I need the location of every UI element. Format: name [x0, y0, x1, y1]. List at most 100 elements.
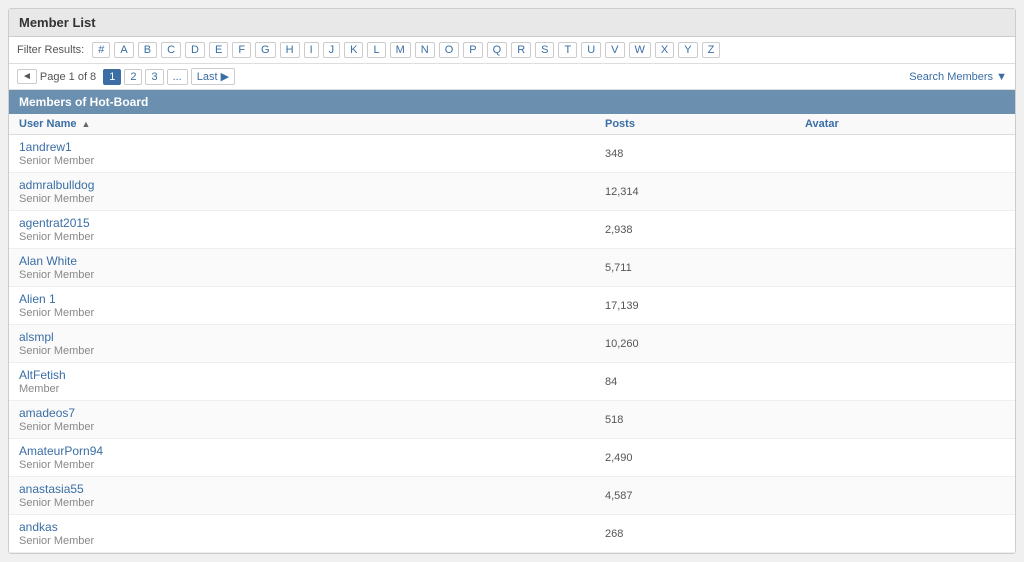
filter-letter-c[interactable]: C — [161, 42, 181, 58]
member-role: Member — [19, 383, 605, 395]
member-info: andkas Senior Member — [19, 520, 605, 547]
page-info: Page 1 of 8 — [40, 71, 96, 83]
member-info: admralbulldog Senior Member — [19, 178, 605, 205]
member-name-link[interactable]: AltFetish — [19, 368, 605, 382]
filter-letter-u[interactable]: U — [581, 42, 601, 58]
filter-letter-h[interactable]: H — [280, 42, 300, 58]
table-row: Alien 1 Senior Member 17,139 — [9, 287, 1015, 325]
pagination-left: ◄ Page 1 of 8 1 2 3 ... Last ▶ — [17, 68, 235, 85]
member-role: Senior Member — [19, 269, 605, 281]
member-role: Senior Member — [19, 155, 605, 167]
filter-letter-e[interactable]: E — [209, 42, 228, 58]
filter-letter-i[interactable]: I — [304, 42, 319, 58]
member-posts: 348 — [605, 148, 805, 160]
member-name-link[interactable]: agentrat2015 — [19, 216, 605, 230]
filter-letter-x[interactable]: X — [655, 42, 674, 58]
member-name-link[interactable]: 1andrew1 — [19, 140, 605, 154]
member-posts: 2,490 — [605, 452, 805, 464]
filter-letter-k[interactable]: K — [344, 42, 363, 58]
column-header-avatar[interactable]: Avatar — [805, 118, 1005, 130]
table-row: alsmpl Senior Member 10,260 — [9, 325, 1015, 363]
filter-letter-g[interactable]: G — [255, 42, 276, 58]
filter-letter-z[interactable]: Z — [702, 42, 721, 58]
filter-letter-n[interactable]: N — [415, 42, 435, 58]
member-name-link[interactable]: anastasia55 — [19, 482, 605, 496]
table-row: anastasia55 Senior Member 4,587 — [9, 477, 1015, 515]
filter-letter-hash[interactable]: # — [92, 42, 110, 58]
page-title: Member List — [9, 9, 1015, 37]
table-row: AmateurPorn94 Senior Member 2,490 — [9, 439, 1015, 477]
member-name-link[interactable]: Alien 1 — [19, 292, 605, 306]
member-posts: 12,314 — [605, 186, 805, 198]
filter-bar: Filter Results: # A B C D E F G H I J K … — [9, 37, 1015, 64]
member-role: Senior Member — [19, 307, 605, 319]
member-info: Alan White Senior Member — [19, 254, 605, 281]
member-info: anastasia55 Senior Member — [19, 482, 605, 509]
member-info: agentrat2015 Senior Member — [19, 216, 605, 243]
filter-letter-r[interactable]: R — [511, 42, 531, 58]
page-ellipsis: ... — [167, 69, 188, 85]
filter-letter-j[interactable]: J — [323, 42, 341, 58]
table-row: admralbulldog Senior Member 12,314 — [9, 173, 1015, 211]
sort-arrow-icon: ▲ — [82, 119, 91, 129]
member-role: Senior Member — [19, 345, 605, 357]
member-info: amadeos7 Senior Member — [19, 406, 605, 433]
search-members-dropdown[interactable]: Search Members ▼ — [909, 71, 1007, 83]
member-list-container: Member List Filter Results: # A B C D E … — [8, 8, 1016, 554]
table-row: amadeos7 Senior Member 518 — [9, 401, 1015, 439]
column-header-username[interactable]: User Name ▲ — [19, 118, 605, 130]
filter-letter-m[interactable]: M — [390, 42, 411, 58]
filter-letter-a[interactable]: A — [114, 42, 133, 58]
page-2-button[interactable]: 2 — [124, 69, 142, 85]
table-row: Alan White Senior Member 5,711 — [9, 249, 1015, 287]
member-posts: 4,587 — [605, 490, 805, 502]
filter-letter-b[interactable]: B — [138, 42, 157, 58]
filter-letter-y[interactable]: Y — [678, 42, 697, 58]
member-name-link[interactable]: amadeos7 — [19, 406, 605, 420]
filter-letter-o[interactable]: O — [439, 42, 460, 58]
table-header: User Name ▲ Posts Avatar — [9, 114, 1015, 135]
member-info: AltFetish Member — [19, 368, 605, 395]
table-row: 1andrew1 Senior Member 348 — [9, 135, 1015, 173]
pagination-bar: ◄ Page 1 of 8 1 2 3 ... Last ▶ Search Me… — [9, 64, 1015, 90]
member-role: Senior Member — [19, 421, 605, 433]
member-info: 1andrew1 Senior Member — [19, 140, 605, 167]
member-posts: 10,260 — [605, 338, 805, 350]
filter-letter-f[interactable]: F — [232, 42, 251, 58]
page-3-button[interactable]: 3 — [145, 69, 163, 85]
filter-letter-q[interactable]: Q — [487, 42, 508, 58]
column-header-posts[interactable]: Posts — [605, 118, 805, 130]
member-role: Senior Member — [19, 231, 605, 243]
filter-letter-l[interactable]: L — [367, 42, 385, 58]
member-posts: 5,711 — [605, 262, 805, 274]
filter-letter-v[interactable]: V — [605, 42, 624, 58]
member-list: 1andrew1 Senior Member 348 admralbulldog… — [9, 135, 1015, 553]
member-posts: 518 — [605, 414, 805, 426]
table-row: AltFetish Member 84 — [9, 363, 1015, 401]
member-role: Senior Member — [19, 193, 605, 205]
last-page-button[interactable]: Last ▶ — [191, 68, 235, 85]
filter-letter-t[interactable]: T — [558, 42, 577, 58]
member-posts: 84 — [605, 376, 805, 388]
filter-letter-d[interactable]: D — [185, 42, 205, 58]
filter-letter-w[interactable]: W — [629, 42, 651, 58]
page-1-button[interactable]: 1 — [103, 69, 121, 85]
filter-letter-s[interactable]: S — [535, 42, 554, 58]
member-name-link[interactable]: AmateurPorn94 — [19, 444, 605, 458]
member-posts: 268 — [605, 528, 805, 540]
member-name-link[interactable]: Alan White — [19, 254, 605, 268]
member-name-link[interactable]: admralbulldog — [19, 178, 605, 192]
table-row: andkas Senior Member 268 — [9, 515, 1015, 553]
table-row: agentrat2015 Senior Member 2,938 — [9, 211, 1015, 249]
prev-page-button[interactable]: ◄ — [17, 69, 37, 84]
member-info: AmateurPorn94 Senior Member — [19, 444, 605, 471]
member-info: alsmpl Senior Member — [19, 330, 605, 357]
filter-label: Filter Results: — [17, 44, 84, 56]
member-name-link[interactable]: alsmpl — [19, 330, 605, 344]
member-role: Senior Member — [19, 497, 605, 509]
member-posts: 17,139 — [605, 300, 805, 312]
filter-letter-p[interactable]: P — [463, 42, 482, 58]
member-info: Alien 1 Senior Member — [19, 292, 605, 319]
member-role: Senior Member — [19, 459, 605, 471]
member-name-link[interactable]: andkas — [19, 520, 605, 534]
